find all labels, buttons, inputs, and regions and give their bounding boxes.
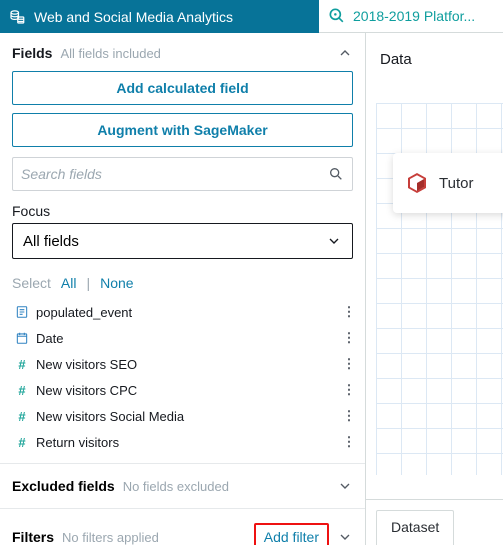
filters-title: Filters [12, 529, 54, 545]
field-name: New visitors Social Media [32, 409, 339, 424]
excluded-fields-subtitle: No fields excluded [123, 479, 229, 494]
visual-card-label: Tutor [439, 175, 473, 192]
field-name: New visitors CPC [32, 383, 339, 398]
select-label: Select [12, 275, 51, 291]
select-all-link[interactable]: All [61, 275, 77, 291]
excluded-fields-header[interactable]: Excluded fields No fields excluded [0, 464, 365, 508]
dataset-icon [8, 8, 26, 26]
kebab-icon[interactable]: ⋮ [339, 330, 359, 346]
excluded-fields-title: Excluded fields [12, 478, 115, 494]
field-row[interactable]: Date⋮ [12, 325, 359, 351]
field-type-hash-icon: # [12, 435, 32, 450]
chevron-up-icon[interactable] [337, 45, 353, 61]
workspace-title: Web and Social Media Analytics [34, 9, 233, 25]
field-type-sheet-icon [12, 305, 32, 319]
chevron-down-icon[interactable] [337, 478, 353, 494]
field-name: Date [32, 331, 339, 346]
field-type-hash-icon: # [12, 383, 32, 398]
kebab-icon[interactable]: ⋮ [339, 382, 359, 398]
augment-sagemaker-button[interactable]: Augment with SageMaker [12, 113, 353, 147]
fields-list: populated_event⋮Date⋮#New visitors SEO⋮#… [0, 297, 365, 463]
insight-icon [327, 6, 347, 26]
dataset-tabs-row: Dataset [366, 499, 503, 545]
search-icon [328, 166, 344, 182]
canvas-area: Data Tutor Dataset [366, 33, 503, 545]
visual-card[interactable]: Tutor [393, 153, 503, 213]
field-type-hash-icon: # [12, 357, 32, 372]
filters-header[interactable]: Filters No filters applied Add filter [0, 509, 365, 545]
field-name: Return visitors [32, 435, 339, 450]
add-filter-button[interactable]: Add filter [264, 529, 319, 545]
top-bar-left: Web and Social Media Analytics [0, 0, 319, 33]
field-type-date-icon [12, 331, 32, 345]
focus-select[interactable]: All fields [12, 223, 353, 259]
kebab-icon[interactable]: ⋮ [339, 408, 359, 424]
top-bar: Web and Social Media Analytics 2018-2019… [0, 0, 503, 33]
field-name: New visitors SEO [32, 357, 339, 372]
search-fields-input-wrap[interactable] [12, 157, 353, 191]
fields-section-header[interactable]: Fields All fields included [0, 33, 365, 71]
search-fields-input[interactable] [21, 166, 328, 182]
fields-subtitle: All fields included [60, 46, 160, 61]
field-row[interactable]: #New visitors Social Media⋮ [12, 403, 359, 429]
chevron-down-icon[interactable] [337, 529, 353, 545]
select-all-none-row: Select All | None [0, 269, 365, 297]
platform-link-label: 2018-2019 Platfor... [353, 8, 475, 24]
canvas-header: Data [366, 33, 503, 78]
field-row[interactable]: #New visitors CPC⋮ [12, 377, 359, 403]
filters-subtitle: No filters applied [62, 530, 159, 545]
focus-select-value: All fields [23, 233, 79, 250]
kebab-icon[interactable]: ⋮ [339, 434, 359, 450]
kebab-icon[interactable]: ⋮ [339, 356, 359, 372]
dataset-tab[interactable]: Dataset [376, 510, 454, 545]
fields-title: Fields [12, 45, 52, 61]
focus-label: Focus [0, 197, 365, 223]
platform-link[interactable]: 2018-2019 Platfor... [319, 0, 503, 33]
field-name: populated_event [32, 305, 339, 320]
add-calculated-field-button[interactable]: Add calculated field [12, 71, 353, 105]
kebab-icon[interactable]: ⋮ [339, 304, 359, 320]
chevron-down-icon [326, 233, 342, 249]
field-row[interactable]: #Return visitors⋮ [12, 429, 359, 455]
field-type-hash-icon: # [12, 409, 32, 424]
field-row[interactable]: #New visitors SEO⋮ [12, 351, 359, 377]
select-none-link[interactable]: None [100, 275, 133, 291]
fields-sidebar: Fields All fields included Add calculate… [0, 33, 366, 545]
field-row[interactable]: populated_event⋮ [12, 299, 359, 325]
cube-icon [405, 171, 429, 195]
